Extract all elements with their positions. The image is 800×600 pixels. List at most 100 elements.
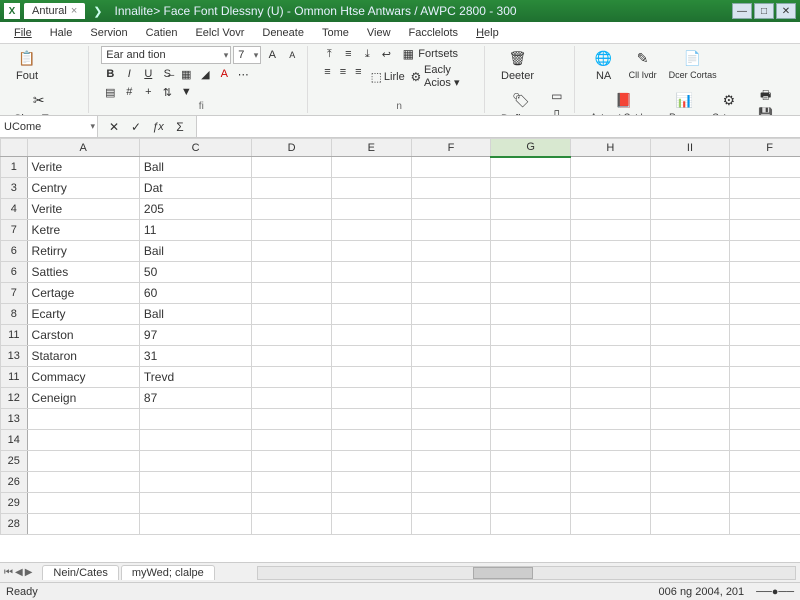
cell[interactable] — [411, 220, 491, 241]
cell[interactable]: 60 — [139, 283, 251, 304]
cell[interactable] — [570, 157, 650, 178]
cell[interactable] — [650, 262, 730, 283]
formula-input[interactable] — [197, 116, 800, 137]
minimize-button[interactable]: — — [732, 3, 752, 19]
cell[interactable] — [730, 304, 800, 325]
cell[interactable] — [650, 157, 730, 178]
cell[interactable] — [730, 493, 800, 514]
save-icon[interactable]: 💾 — [758, 106, 774, 116]
cell[interactable] — [570, 304, 650, 325]
cell[interactable] — [331, 304, 411, 325]
cell[interactable] — [331, 409, 411, 430]
cell[interactable] — [411, 283, 491, 304]
cell[interactable] — [331, 430, 411, 451]
cell[interactable] — [252, 241, 332, 262]
cell[interactable] — [411, 451, 491, 472]
cell[interactable] — [331, 451, 411, 472]
cell[interactable] — [139, 514, 251, 535]
cell[interactable] — [570, 199, 650, 220]
caters-button[interactable]: ⚙Caters ▾ — [708, 88, 750, 116]
col-header[interactable]: C — [139, 139, 251, 157]
filter-icon[interactable]: ▼ — [177, 84, 195, 100]
align-center-icon[interactable]: ≡ — [336, 64, 350, 80]
select-all-corner[interactable] — [1, 139, 28, 157]
horizontal-scrollbar[interactable] — [257, 566, 796, 580]
cell[interactable] — [331, 157, 411, 178]
cell[interactable] — [570, 241, 650, 262]
row-header[interactable]: 29 — [1, 493, 28, 514]
cell[interactable] — [730, 367, 800, 388]
cell[interactable] — [570, 388, 650, 409]
col-header[interactable]: D — [252, 139, 332, 157]
cell[interactable] — [730, 325, 800, 346]
sheet-nav-first-icon[interactable]: ⏮ — [4, 567, 13, 578]
row-header[interactable]: 14 — [1, 430, 28, 451]
cell[interactable]: 50 — [139, 262, 251, 283]
cell[interactable] — [139, 409, 251, 430]
cell[interactable] — [411, 388, 491, 409]
cancel-icon[interactable]: ✕ — [106, 119, 122, 135]
cell[interactable] — [252, 409, 332, 430]
cell[interactable] — [570, 493, 650, 514]
cell[interactable] — [411, 514, 491, 535]
zoom-slider-icon[interactable]: ──●── — [756, 586, 794, 598]
row-header[interactable]: 6 — [1, 241, 28, 262]
cell[interactable] — [411, 304, 491, 325]
font-size-combo[interactable]: 7 — [233, 46, 261, 64]
cell[interactable] — [730, 346, 800, 367]
cell[interactable] — [570, 367, 650, 388]
cell[interactable]: Verite — [27, 199, 139, 220]
cell[interactable] — [331, 388, 411, 409]
fx-icon[interactable]: ƒx — [150, 119, 166, 135]
row-header[interactable]: 8 — [1, 304, 28, 325]
cell[interactable] — [730, 178, 800, 199]
cell[interactable] — [570, 472, 650, 493]
cell[interactable]: Centry — [27, 178, 139, 199]
cell[interactable] — [491, 514, 571, 535]
cell[interactable] — [491, 451, 571, 472]
cell[interactable] — [730, 241, 800, 262]
cell[interactable] — [411, 367, 491, 388]
align-middle-icon[interactable]: ≡ — [339, 46, 357, 62]
cell[interactable] — [650, 325, 730, 346]
secondary-tab-icon[interactable]: ❯ — [89, 5, 106, 18]
row-header[interactable]: 13 — [1, 409, 28, 430]
cell[interactable] — [252, 283, 332, 304]
cell[interactable] — [491, 388, 571, 409]
spreadsheet-grid[interactable]: A C D E F G H II F 1VeriteBall3CentryDat… — [0, 138, 800, 562]
cell[interactable] — [650, 367, 730, 388]
cell[interactable] — [252, 472, 332, 493]
cell[interactable] — [252, 493, 332, 514]
row-header[interactable]: 6 — [1, 262, 28, 283]
cell[interactable] — [730, 262, 800, 283]
menu-file[interactable]: File — [6, 24, 40, 42]
cell[interactable]: 11 — [139, 220, 251, 241]
cell[interactable]: 205 — [139, 199, 251, 220]
cell[interactable]: Stataron — [27, 346, 139, 367]
cell[interactable]: Certage — [27, 283, 139, 304]
cell[interactable] — [139, 430, 251, 451]
cell[interactable] — [491, 220, 571, 241]
cell[interactable] — [331, 346, 411, 367]
cell[interactable] — [411, 199, 491, 220]
cell[interactable] — [331, 262, 411, 283]
cell[interactable] — [730, 157, 800, 178]
cell[interactable] — [252, 304, 332, 325]
cell[interactable] — [491, 199, 571, 220]
early-acios-button[interactable]: ⚙Eacly Acios ▾ — [406, 64, 478, 89]
cell[interactable] — [27, 514, 139, 535]
cell[interactable] — [331, 220, 411, 241]
cell[interactable]: Ketre — [27, 220, 139, 241]
menu-view[interactable]: View — [359, 24, 399, 42]
menu-hale[interactable]: Hale — [42, 24, 81, 42]
cell[interactable] — [252, 346, 332, 367]
sort-icon[interactable]: ⇅ — [158, 84, 176, 100]
cell[interactable] — [411, 493, 491, 514]
cell[interactable]: Ecarty — [27, 304, 139, 325]
row-header[interactable]: 28 — [1, 514, 28, 535]
cell[interactable] — [570, 451, 650, 472]
cell[interactable] — [650, 514, 730, 535]
cell[interactable] — [491, 178, 571, 199]
cell[interactable] — [491, 325, 571, 346]
cell[interactable] — [730, 220, 800, 241]
